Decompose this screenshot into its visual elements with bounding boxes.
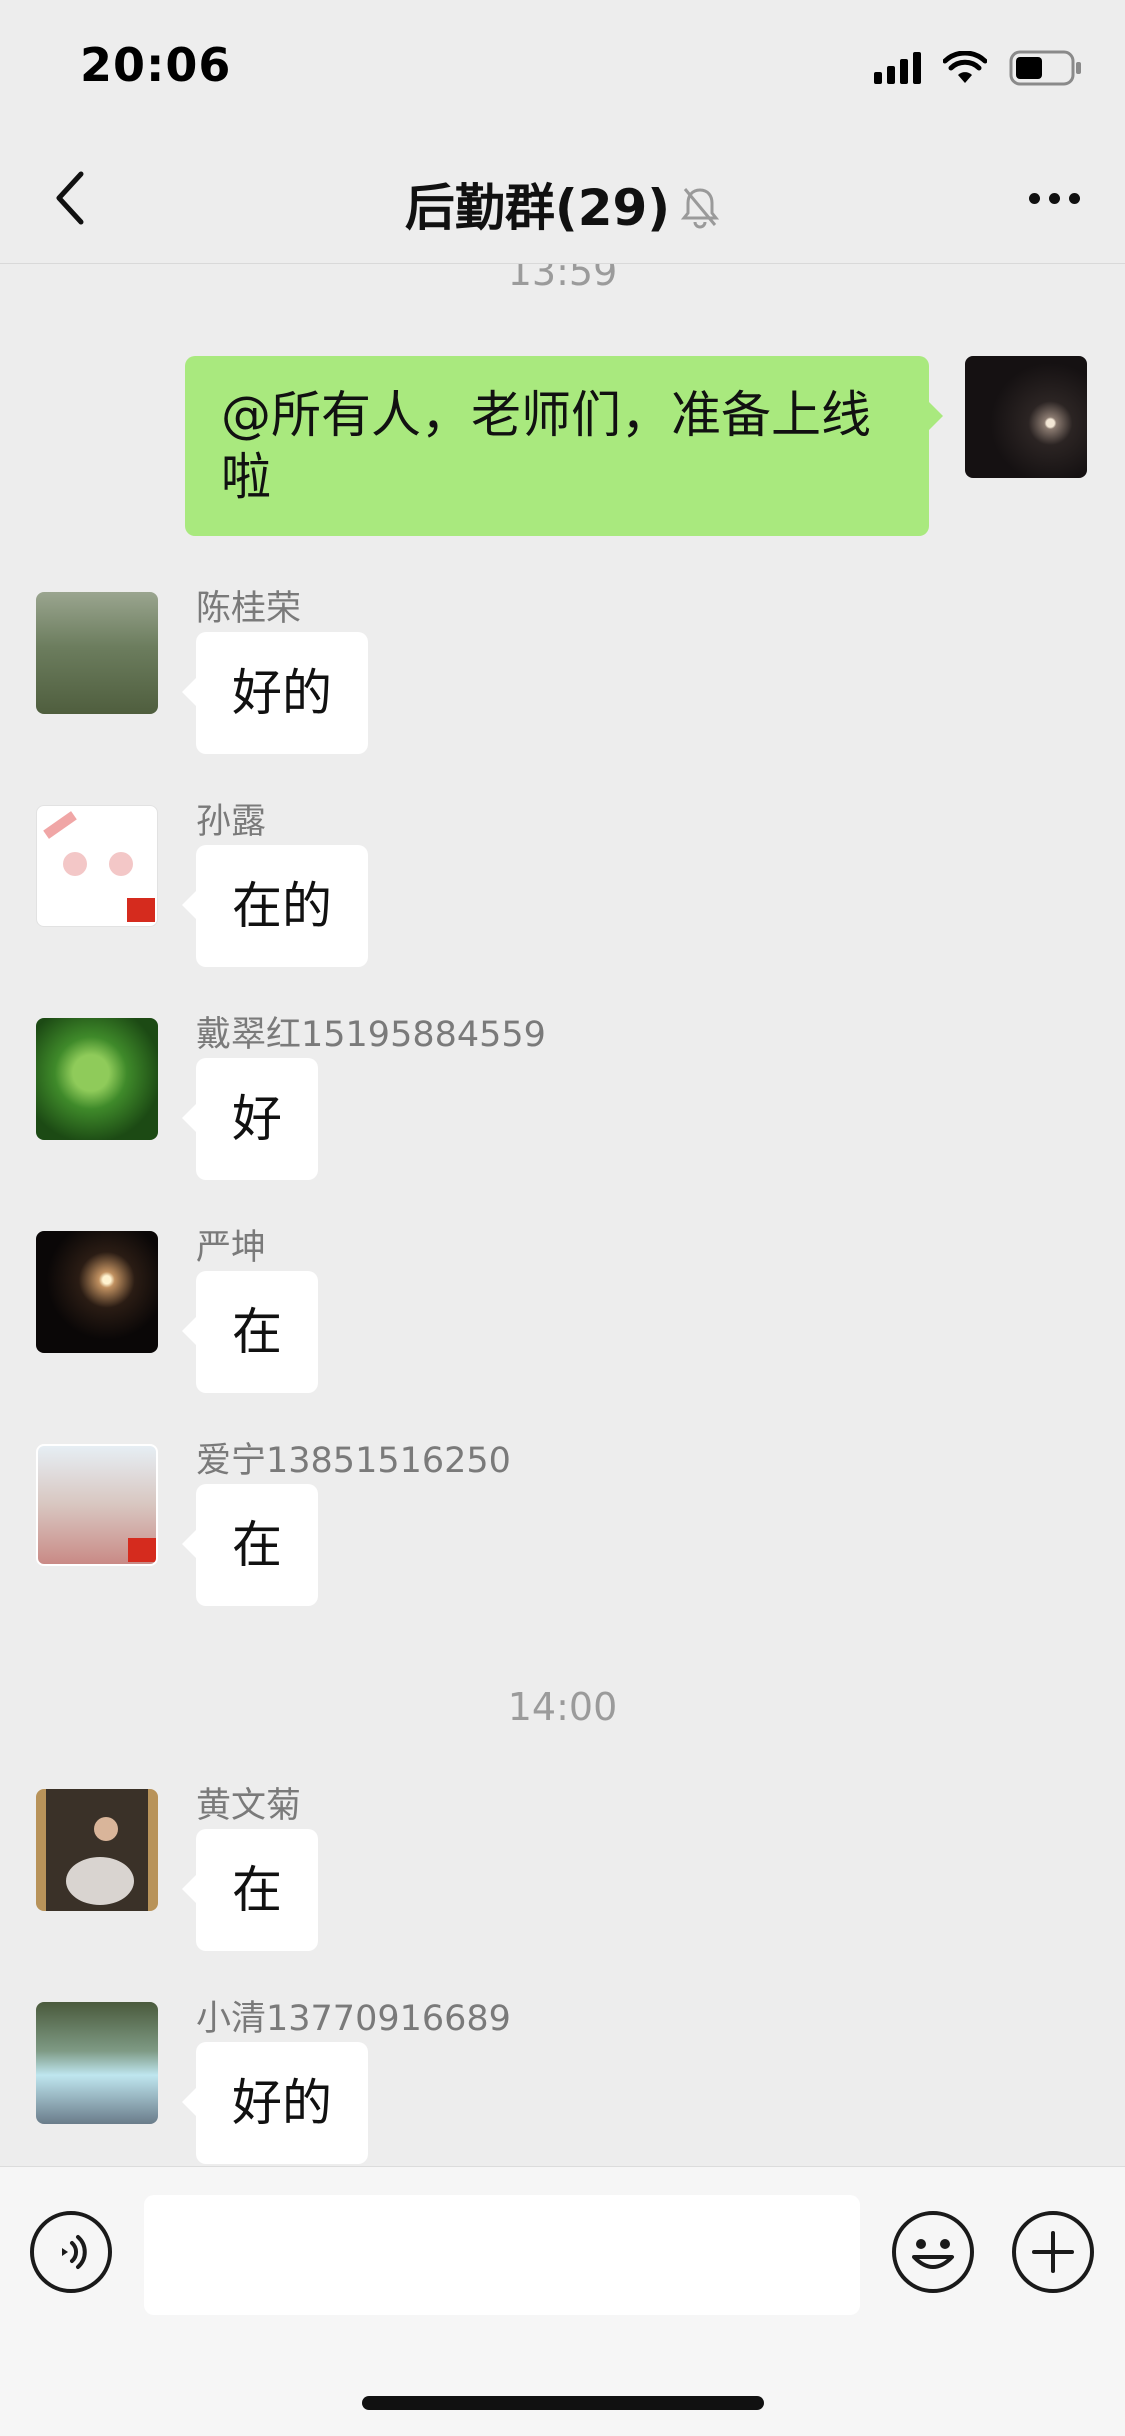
plus-button[interactable] bbox=[1012, 2211, 1094, 2293]
emoji-icon bbox=[912, 2239, 954, 2269]
wifi-icon bbox=[943, 51, 987, 83]
chat-title-text: 后勤群(29) bbox=[404, 179, 671, 237]
timestamp: 14:00 bbox=[507, 1685, 618, 1729]
message-bubble[interactable]: 好的 bbox=[182, 2042, 368, 2164]
cellular-signal-icon bbox=[874, 52, 921, 84]
sender-name: 孙露 bbox=[196, 802, 267, 842]
message-bubble[interactable]: 好的 bbox=[182, 632, 368, 754]
message-bubble[interactable]: 在 bbox=[182, 1484, 318, 1606]
my-avatar[interactable] bbox=[965, 356, 1087, 478]
voice-button[interactable] bbox=[30, 2211, 112, 2293]
status-icons bbox=[874, 50, 1083, 86]
sender-avatar[interactable] bbox=[36, 1789, 158, 1911]
sender-avatar[interactable] bbox=[36, 2002, 158, 2124]
more-dot bbox=[1028, 192, 1040, 204]
emoji-button[interactable] bbox=[892, 2211, 974, 2293]
sender-avatar[interactable] bbox=[36, 805, 158, 927]
bell-muted-icon bbox=[680, 183, 720, 241]
sender-name: 小清13770916689 bbox=[196, 1999, 511, 2039]
outgoing-bubble[interactable]: @所有人，老师们，准备上线啦 bbox=[185, 356, 943, 536]
sender-name: 陈桂荣 bbox=[196, 589, 302, 629]
voice-icon bbox=[62, 2235, 87, 2269]
more-dot bbox=[1068, 192, 1080, 204]
sender-avatar[interactable] bbox=[36, 592, 158, 714]
message-bubble[interactable]: 在 bbox=[182, 1829, 318, 1951]
sender-name: 黄文菊 bbox=[196, 1786, 302, 1826]
message-bubble[interactable]: 好 bbox=[182, 1058, 318, 1180]
home-indicator bbox=[362, 2396, 764, 2410]
message-input[interactable] bbox=[144, 2195, 860, 2315]
sender-name: 严坤 bbox=[196, 1228, 267, 1268]
nav-bar: 后勤群(29) bbox=[0, 132, 1125, 264]
status-time: 20:06 bbox=[80, 38, 232, 92]
plus-icon bbox=[1032, 2231, 1074, 2273]
status-bar: 20:06 bbox=[0, 0, 1125, 132]
chat-screen: 20:06 后勤群(29) 13:59 @所有人，老师们，准备上线啦 陈桂荣 好… bbox=[0, 0, 1125, 2436]
battery-icon bbox=[1009, 50, 1081, 86]
sender-name: 爱宁13851516250 bbox=[196, 1441, 511, 1481]
sender-name: 戴翠红15195884559 bbox=[196, 1015, 546, 1055]
sender-avatar[interactable] bbox=[36, 1444, 158, 1566]
more-dot bbox=[1048, 192, 1060, 204]
sender-avatar[interactable] bbox=[36, 1231, 158, 1353]
sender-avatar[interactable] bbox=[36, 1018, 158, 1140]
chat-title: 后勤群(29) bbox=[0, 168, 1125, 241]
message-bubble[interactable]: 在 bbox=[182, 1271, 318, 1393]
more-button[interactable] bbox=[1019, 168, 1089, 228]
message-bubble[interactable]: 在的 bbox=[182, 845, 368, 967]
